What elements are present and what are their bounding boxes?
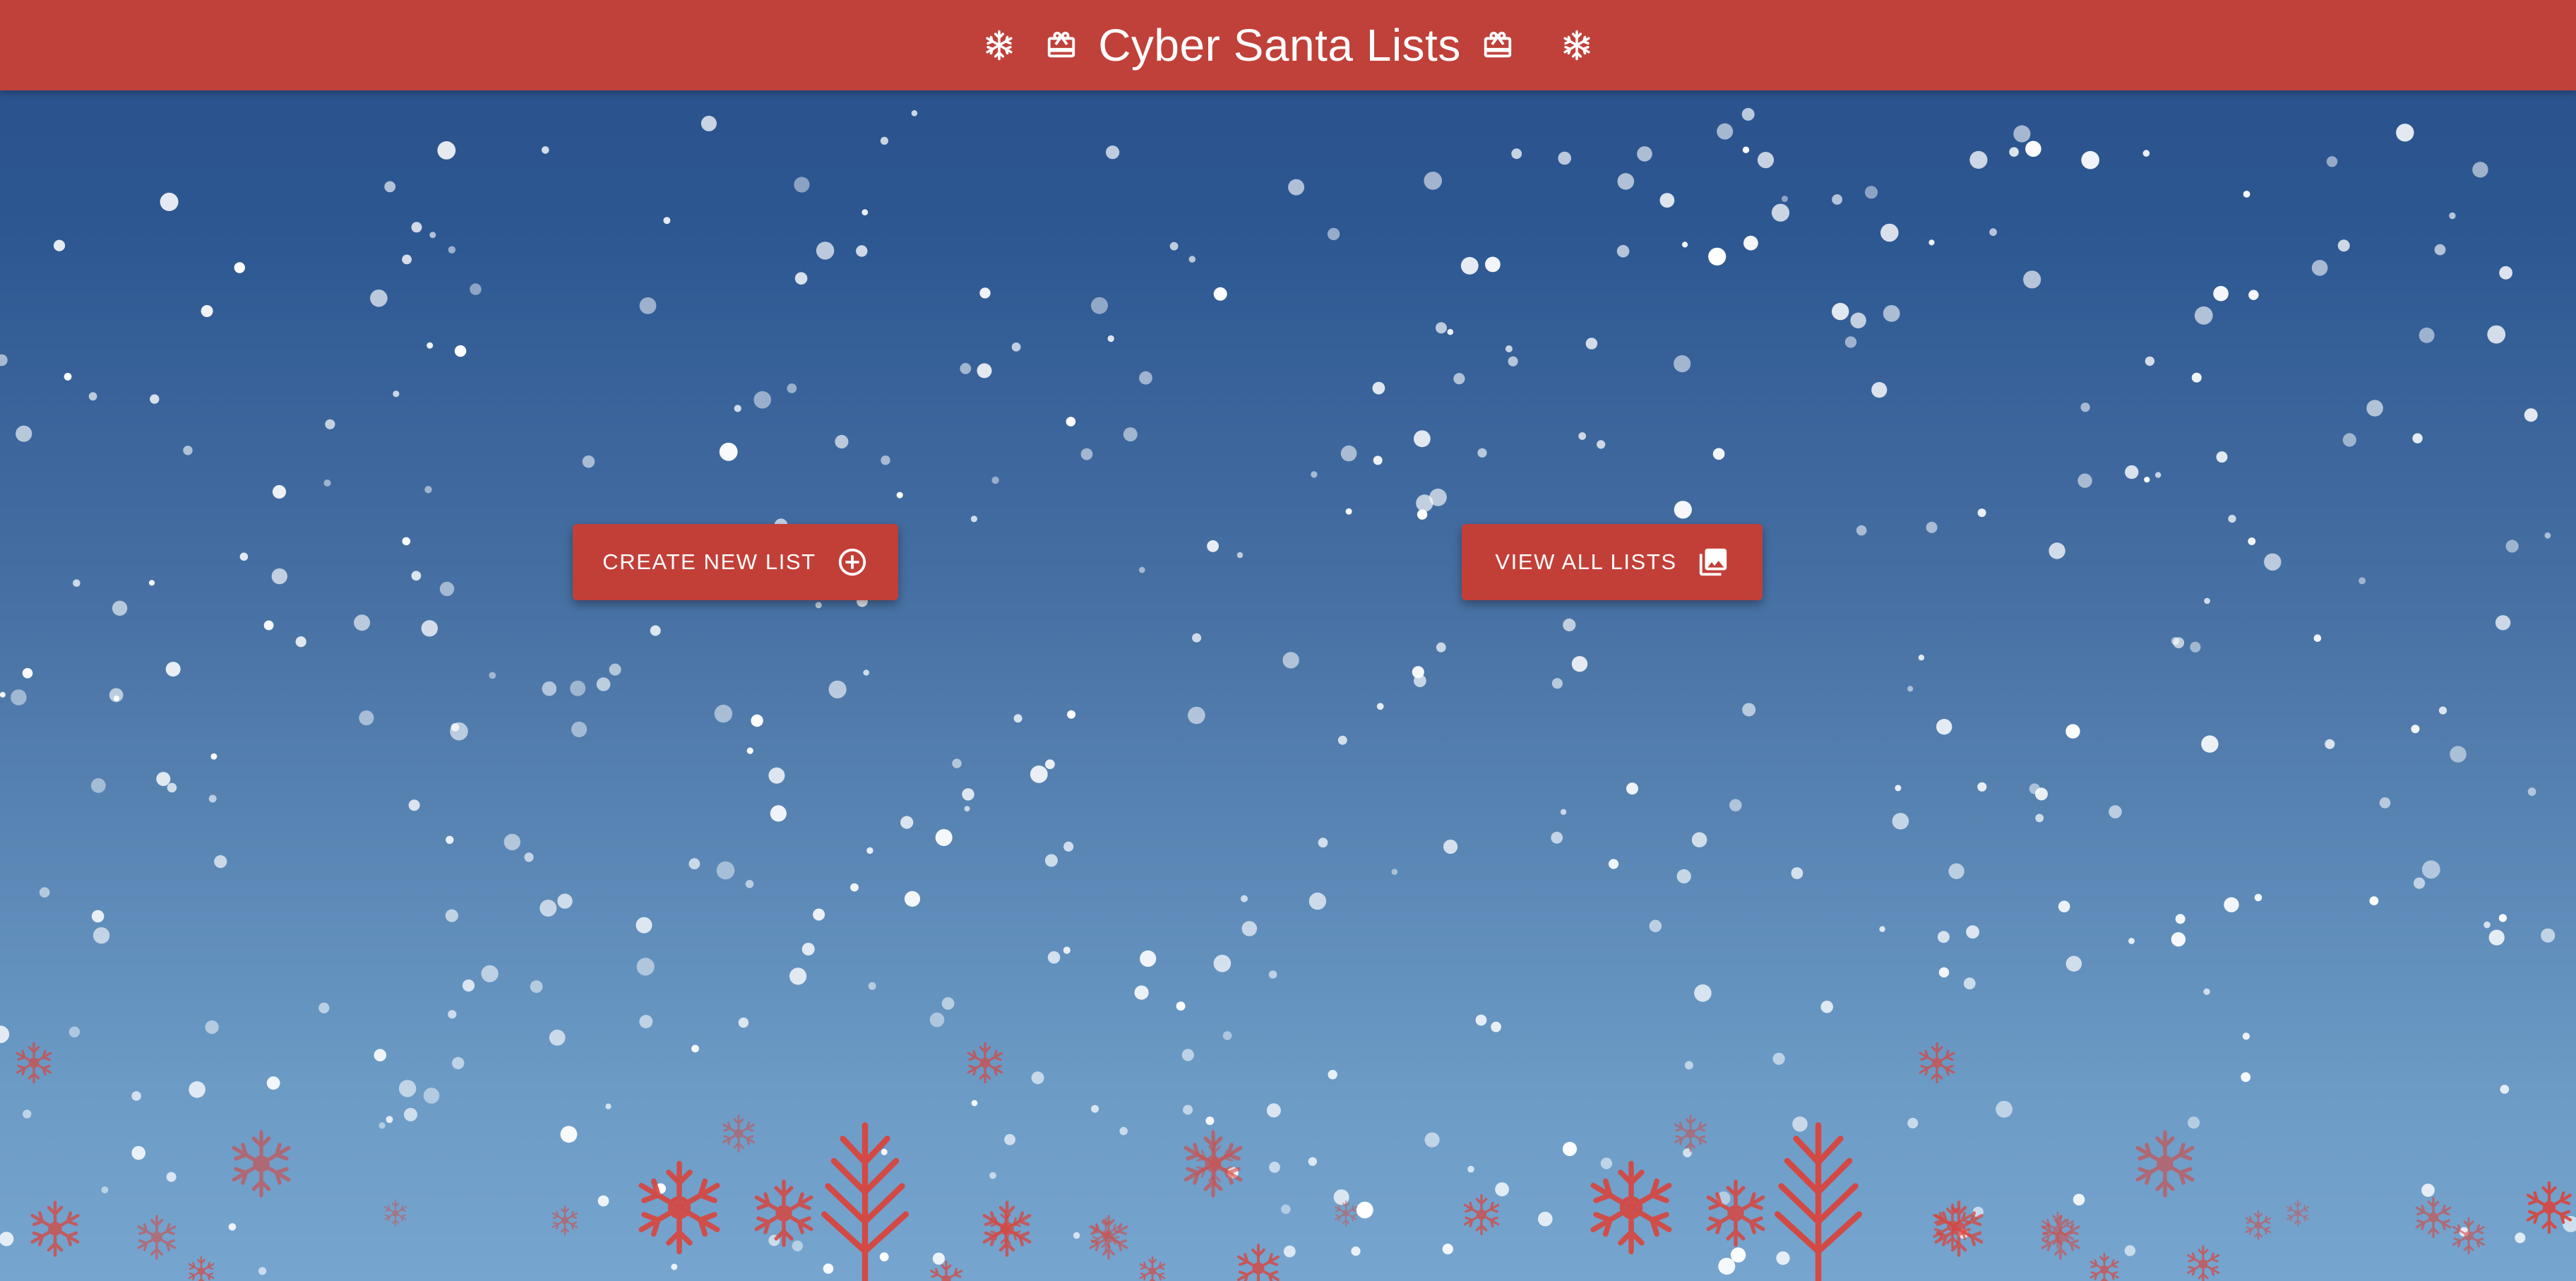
snowflake-decoration-item	[1593, 1164, 1669, 1252]
snowflake-decoration-item	[2187, 1245, 2219, 1281]
snowflake-decoration-item	[1237, 1244, 1280, 1281]
snowflake-icon	[1560, 28, 1594, 62]
snowflake-branch-decoration	[824, 1126, 906, 1281]
snowflake-decoration-item	[137, 1215, 177, 1260]
snowflake-decoration-item	[2286, 1200, 2310, 1227]
snowflake-decoration-item	[1139, 1256, 1166, 1281]
snowflake-decoration-item	[2245, 1210, 2272, 1241]
snowflake-decoration-item	[1334, 1200, 1358, 1227]
snowflake-decoration-item	[188, 1256, 215, 1281]
gift-icon	[1481, 28, 1515, 62]
snowflake-icon	[982, 28, 1016, 62]
snowflake-decoration-item	[383, 1200, 407, 1227]
snowflake-decoration-item	[989, 1210, 1022, 1248]
snowflake-decoration-item	[1195, 1141, 1234, 1186]
snowflake-decoration-item	[2528, 1183, 2570, 1232]
page-title: Cyber Santa Lists	[1098, 20, 1461, 71]
snowflake-decoration-item	[2452, 1217, 2485, 1255]
snowflake-decoration-item	[756, 1181, 811, 1245]
snowflake-decoration-item	[2415, 1196, 2452, 1239]
page: Cyber Santa Lists CREATE NEW LIST VIEW A…	[0, 0, 2576, 1281]
snowflake-branch-decoration	[1777, 1126, 1859, 1281]
snowflake-decoration-item	[930, 1261, 962, 1281]
snowflake-decoration-item	[641, 1164, 717, 1252]
photo-library-icon	[1697, 546, 1729, 578]
snowflake-decoration-item	[967, 1042, 1003, 1084]
snowflake-decoration-item	[551, 1205, 578, 1236]
snowflake-decoration-item	[2137, 1132, 2192, 1196]
snowflake-decoration-item	[1708, 1181, 1763, 1245]
snowflake-decoration-item	[16, 1042, 52, 1084]
create-new-list-button[interactable]: CREATE NEW LIST	[573, 524, 898, 600]
gift-icon	[1044, 28, 1078, 62]
snowflake-decoration-item	[2089, 1253, 2119, 1281]
view-all-lists-label: VIEW ALL LISTS	[1495, 549, 1677, 574]
snowflake-decoration-item	[1674, 1114, 1707, 1152]
snowflake-decoration-item	[1463, 1193, 1500, 1236]
create-new-list-label: CREATE NEW LIST	[602, 549, 816, 574]
snowflake-decoration-item	[234, 1132, 288, 1196]
app-header: Cyber Santa Lists	[0, 0, 2576, 90]
view-all-lists-button[interactable]: VIEW ALL LISTS	[1462, 524, 1763, 600]
snowflake-decoration-item	[722, 1114, 755, 1152]
snowflake-decoration	[16, 1042, 2576, 1281]
header-title-group: Cyber Santa Lists	[982, 19, 1594, 71]
snowflake-decoration-item	[1919, 1042, 1955, 1084]
snowflake-decoration-item	[32, 1203, 78, 1256]
add-circle-icon	[836, 546, 869, 578]
